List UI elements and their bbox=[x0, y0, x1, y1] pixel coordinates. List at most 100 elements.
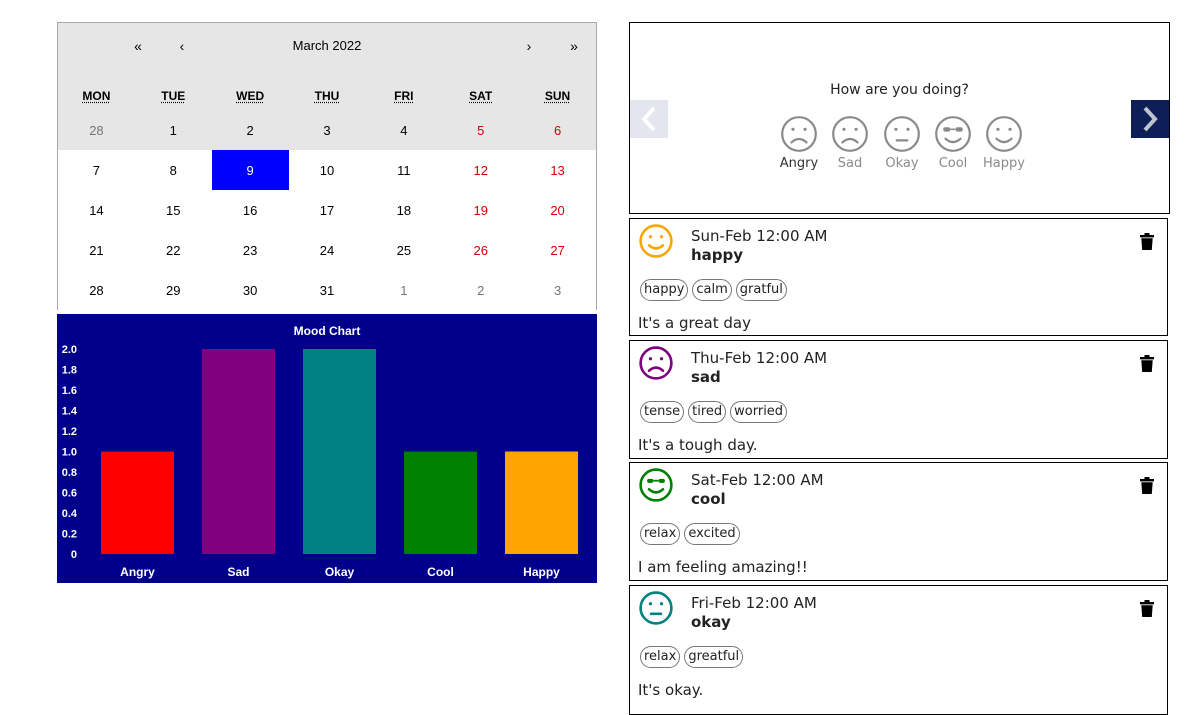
mood-entry-card: Sat-Feb 12:00 AM cool relax excited I am fee… bbox=[629, 462, 1168, 581]
bar-happy bbox=[505, 451, 578, 554]
calendar-day[interactable]: 23 bbox=[211, 230, 289, 270]
calendar-day[interactable]: 13 bbox=[519, 150, 596, 190]
bar-angry bbox=[101, 451, 174, 554]
calendar-day[interactable]: 20 bbox=[519, 190, 596, 230]
calendar-day[interactable]: 16 bbox=[211, 190, 289, 230]
calendar-navigation: « ‹ March 2022 › » bbox=[58, 23, 596, 69]
calendar-day[interactable]: 15 bbox=[134, 190, 212, 230]
mood-option-angry[interactable]: Angry bbox=[773, 115, 825, 171]
entry-mood-name: happy bbox=[691, 246, 744, 264]
next-slide-button[interactable] bbox=[1131, 100, 1169, 138]
sunglasses-face-icon bbox=[935, 116, 971, 152]
chevron-left-icon bbox=[641, 106, 656, 132]
calendar-day[interactable]: 18 bbox=[365, 190, 443, 230]
calendar-day[interactable]: 8 bbox=[134, 150, 212, 190]
calendar-day[interactable]: 22 bbox=[134, 230, 212, 270]
calendar-day[interactable]: 3 bbox=[288, 110, 366, 150]
entry-tags: relax excited bbox=[640, 523, 740, 545]
weekday-tue: TUE bbox=[161, 89, 186, 103]
bar-sad bbox=[202, 349, 275, 554]
frown-icon bbox=[781, 116, 817, 152]
entry-tag: excited bbox=[684, 523, 740, 545]
mood-entry-card: Sun-Feb 12:00 AM happy happy calm gratful It'… bbox=[629, 218, 1168, 336]
smile-icon bbox=[986, 116, 1022, 152]
calendar: « ‹ March 2022 › » MON TUE WED THU FRI S… bbox=[57, 22, 597, 310]
x-tick-label: Okay bbox=[325, 565, 355, 579]
entry-date: Thu-Feb 12:00 AM bbox=[691, 349, 828, 367]
chart-title: Mood Chart bbox=[294, 324, 361, 338]
mood-options: Angry Sad Okay Cool Happy bbox=[775, 115, 1025, 175]
entry-tags: happy calm gratful bbox=[640, 279, 787, 301]
previous-slide-button[interactable] bbox=[630, 100, 668, 138]
mood-entry-card: Thu-Feb 12:00 AM sad tense tired worried It's… bbox=[629, 340, 1168, 459]
calendar-day[interactable]: 1 bbox=[134, 110, 212, 150]
trash-icon bbox=[1140, 477, 1154, 494]
calendar-day[interactable]: 21 bbox=[58, 230, 135, 270]
delete-entry-button[interactable] bbox=[1140, 355, 1154, 376]
bar-okay bbox=[303, 349, 376, 554]
mood-option-cool[interactable]: Cool bbox=[927, 115, 979, 171]
calendar-day[interactable]: 31 bbox=[288, 270, 366, 310]
calendar-day-outside-month[interactable]: 3 bbox=[519, 270, 596, 310]
calendar-day[interactable]: 14 bbox=[58, 190, 135, 230]
y-tick-label: 0.8 bbox=[62, 467, 77, 479]
calendar-day[interactable]: 10 bbox=[288, 150, 366, 190]
month-label[interactable]: March 2022 bbox=[58, 38, 596, 53]
calendar-day[interactable]: 29 bbox=[134, 270, 212, 310]
entry-tag: worried bbox=[730, 401, 788, 423]
entry-tag: tired bbox=[688, 401, 727, 423]
entry-tag: tense bbox=[640, 401, 685, 423]
weekday-header: MON TUE WED THU FRI SAT SUN bbox=[58, 89, 596, 109]
mood-option-label: Sad bbox=[837, 156, 863, 171]
calendar-day[interactable]: 6 bbox=[519, 110, 596, 150]
calendar-day[interactable]: 25 bbox=[365, 230, 443, 270]
calendar-day-outside-month[interactable]: 2 bbox=[442, 270, 520, 310]
y-tick-label: 0.6 bbox=[62, 488, 77, 500]
entry-tag: greatful bbox=[684, 646, 744, 668]
calendar-day-outside-month[interactable]: 1 bbox=[365, 270, 443, 310]
calendar-day[interactable]: 9 bbox=[211, 150, 289, 190]
calendar-day[interactable]: 7 bbox=[58, 150, 135, 190]
frown-icon bbox=[832, 116, 868, 152]
entry-tag: relax bbox=[640, 523, 681, 545]
entry-note: It's a great day bbox=[638, 314, 751, 332]
mood-option-sad[interactable]: Sad bbox=[824, 115, 876, 171]
entry-mood-name: sad bbox=[691, 368, 721, 386]
next-year-button[interactable]: » bbox=[564, 36, 584, 56]
calendar-day[interactable]: 19 bbox=[442, 190, 520, 230]
y-tick-label: 0 bbox=[71, 549, 77, 561]
calendar-day[interactable]: 27 bbox=[519, 230, 596, 270]
next-month-button[interactable]: › bbox=[519, 36, 539, 56]
calendar-day[interactable]: 28 bbox=[58, 270, 135, 310]
neutral-face-icon bbox=[639, 591, 673, 625]
entry-mood-face bbox=[638, 345, 674, 385]
weekday-wed: WED bbox=[236, 89, 265, 103]
calendar-day[interactable]: 5 bbox=[442, 110, 520, 150]
trash-icon bbox=[1140, 600, 1154, 617]
calendar-day[interactable]: 17 bbox=[288, 190, 366, 230]
calendar-day[interactable]: 12 bbox=[442, 150, 520, 190]
mood-option-label: Okay bbox=[885, 156, 919, 171]
mood-picker: How are you doing? Angry Sad Okay Cool Happy bbox=[629, 22, 1170, 214]
mood-entry-card: Fri-Feb 12:00 AM okay relax greatful It's ok… bbox=[629, 585, 1168, 715]
entry-mood-face bbox=[638, 223, 674, 263]
calendar-day[interactable]: 4 bbox=[365, 110, 443, 150]
delete-entry-button[interactable] bbox=[1140, 233, 1154, 254]
chevron-right-icon bbox=[1143, 106, 1158, 132]
delete-entry-button[interactable] bbox=[1140, 600, 1154, 621]
calendar-day[interactable]: 26 bbox=[442, 230, 520, 270]
delete-entry-button[interactable] bbox=[1140, 477, 1154, 498]
calendar-day[interactable]: 2 bbox=[211, 110, 289, 150]
entry-date: Sat-Feb 12:00 AM bbox=[691, 471, 824, 489]
entry-tags: relax greatful bbox=[640, 646, 744, 668]
calendar-day-outside-month[interactable]: 28 bbox=[58, 110, 135, 150]
bar-cool bbox=[404, 451, 477, 554]
weekday-sat: SAT bbox=[469, 89, 493, 103]
calendar-day[interactable]: 24 bbox=[288, 230, 366, 270]
mood-option-okay[interactable]: Okay bbox=[876, 115, 928, 171]
calendar-day[interactable]: 11 bbox=[365, 150, 443, 190]
mood-option-happy[interactable]: Happy bbox=[978, 115, 1030, 171]
calendar-day[interactable]: 30 bbox=[211, 270, 289, 310]
y-tick-label: 1.8 bbox=[62, 365, 77, 377]
entry-note: It's a tough day. bbox=[638, 436, 758, 454]
